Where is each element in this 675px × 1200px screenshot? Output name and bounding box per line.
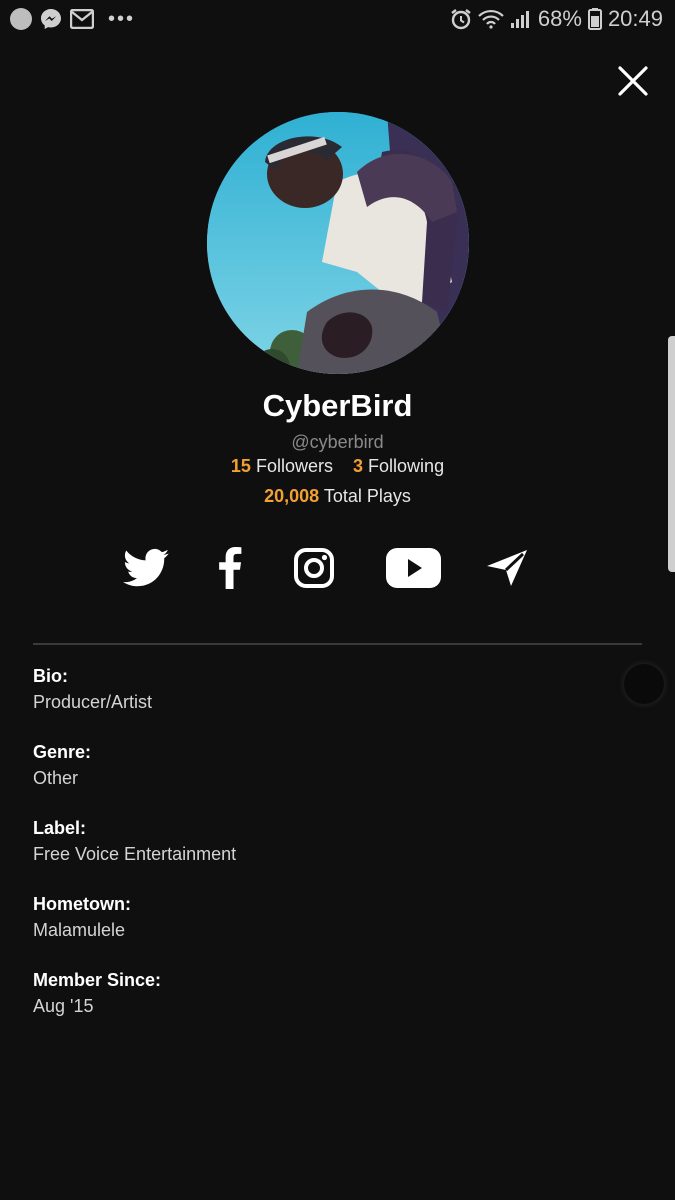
member-since-section: Member Since: Aug '15 [33,968,633,1044]
label-section: Label: Free Voice Entertainment [33,816,633,892]
profile-handle: @cyberbird [291,432,384,452]
battery-icon [587,8,602,30]
wifi-icon [478,9,504,29]
followers-link[interactable]: 15 Followers [231,456,338,476]
member-since-value: Aug '15 [33,996,94,1016]
battery-percent: 68% [537,6,582,31]
messenger-icon [40,8,62,30]
gmail-icon [70,9,94,29]
bio-label: Bio: [33,666,68,686]
plays-label: Total Plays [323,486,411,506]
bio-value: Producer/Artist [33,692,153,712]
status-bar-right: 68% 20:49 [450,6,663,32]
following-count: 3 [353,456,364,476]
instagram-icon[interactable] [293,547,335,589]
followers-count: 15 [230,456,251,476]
hometown-value: Malamulele [33,920,126,940]
twitter-icon[interactable] [123,548,169,588]
followers-label: Followers [255,456,333,476]
stats-row: 15 Followers 3 Following [0,456,675,477]
plays-count: 20,008 [264,486,320,506]
following-label: Following [368,456,445,476]
clock: 20:49 [607,6,663,31]
hometown-section: Hometown: Malamulele [33,892,633,968]
member-since-label: Member Since: [33,970,162,990]
profile-name: CyberBird [262,388,413,423]
label-value: Free Voice Entertainment [33,844,237,864]
divider [33,643,642,645]
send-icon[interactable] [485,548,529,588]
alarm-icon [450,8,472,30]
genre-section: Genre: Other [33,740,633,816]
plays-row: 20,008 Total Plays [0,486,675,507]
following-link[interactable]: 3 Following [353,456,444,476]
status-bar-left: ••• [10,8,135,30]
notification-dot-icon [10,8,32,30]
youtube-icon[interactable] [386,548,441,588]
profile-details: Bio: Producer/Artist Genre: Other Label:… [33,664,633,1044]
floating-button[interactable] [624,664,664,704]
signal-icon [510,9,532,29]
close-button[interactable] [616,64,650,98]
social-links [0,540,675,600]
edge-panel-handle[interactable] [668,336,675,572]
status-bar: ••• 68% 20:49 [0,0,675,40]
facebook-icon[interactable] [217,547,243,589]
more-icon: ••• [108,8,136,30]
bio-section: Bio: Producer/Artist [33,664,633,740]
close-icon[interactable] [616,64,650,98]
genre-value: Other [33,768,79,788]
label-label: Label: [33,818,87,838]
genre-label: Genre: [33,742,92,762]
avatar-image [207,112,469,374]
avatar [207,112,469,374]
hometown-label: Hometown: [33,894,131,914]
